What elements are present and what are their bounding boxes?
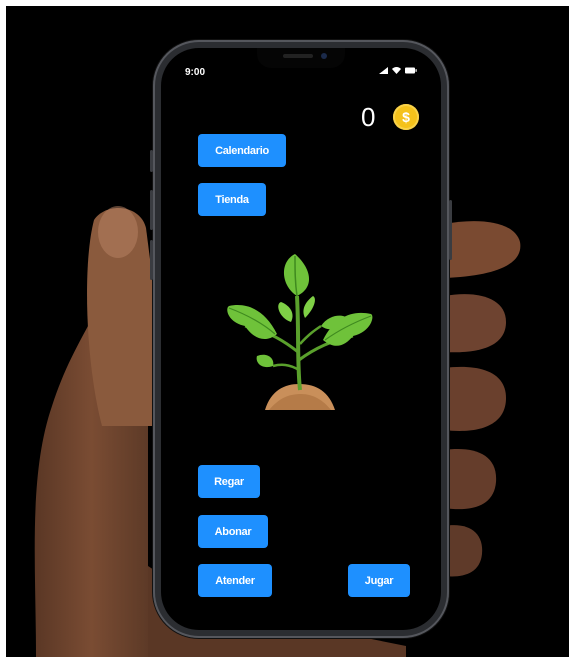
- front-camera: [321, 53, 327, 59]
- power-button: [449, 200, 452, 260]
- status-icons: [379, 67, 417, 74]
- shop-button[interactable]: Tienda: [198, 183, 266, 216]
- photo-background: 9:00 0 $ Calendario Tienda Regar Abonar …: [6, 6, 569, 657]
- phone-frame: 9:00 0 $ Calendario Tienda Regar Abonar …: [150, 40, 452, 638]
- play-button[interactable]: Jugar: [348, 564, 410, 597]
- notch: [257, 48, 345, 68]
- tend-button[interactable]: Atender: [198, 564, 272, 597]
- wifi-icon: [392, 67, 401, 74]
- battery-icon: [405, 67, 417, 74]
- mute-switch: [150, 150, 153, 172]
- status-time: 9:00: [185, 67, 206, 78]
- volume-up-button: [150, 190, 153, 230]
- coin-balance: 0: [361, 102, 376, 132]
- coin-icon: $: [393, 104, 419, 130]
- speaker-grille: [283, 54, 313, 58]
- water-button[interactable]: Regar: [198, 465, 260, 498]
- cellular-icon: [379, 67, 388, 74]
- app-screen: 9:00 0 $ Calendario Tienda Regar Abonar …: [161, 48, 441, 630]
- calendar-button[interactable]: Calendario: [198, 134, 286, 167]
- plant-sprout-icon: [227, 254, 373, 410]
- fertilize-button[interactable]: Abonar: [198, 515, 268, 548]
- volume-down-button: [150, 240, 153, 280]
